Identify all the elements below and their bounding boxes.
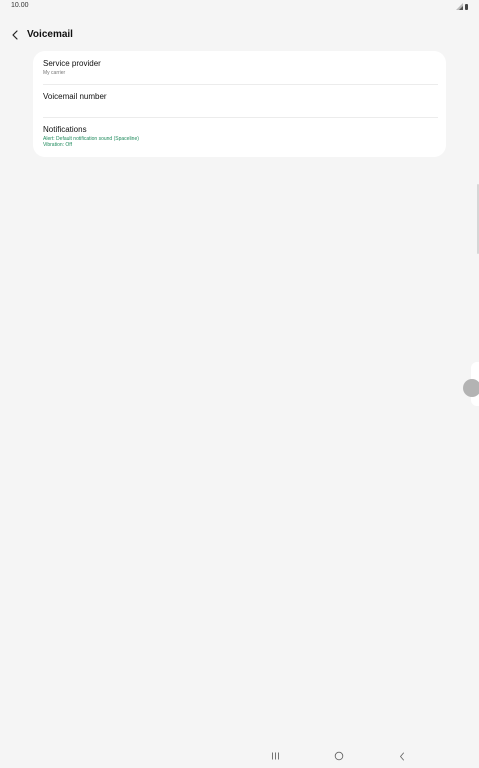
status-time: 10.00 bbox=[11, 2, 29, 9]
notifications-title: Notifications bbox=[43, 125, 87, 134]
status-icons bbox=[456, 2, 468, 10]
settings-card: Service provider My carrier Voicemail nu… bbox=[33, 51, 446, 157]
voicemail-number-item[interactable]: Voicemail number bbox=[33, 84, 446, 117]
nav-back-button[interactable] bbox=[395, 750, 409, 762]
status-bar: 10.00 bbox=[0, 0, 479, 12]
service-provider-value: My carrier bbox=[43, 70, 66, 76]
chevron-left-icon bbox=[12, 30, 18, 40]
notifications-vibration-summary: Vibration: Off bbox=[43, 142, 72, 148]
home-icon bbox=[334, 751, 344, 761]
app-bar: Voicemail bbox=[0, 24, 479, 46]
service-provider-title: Service provider bbox=[43, 59, 101, 68]
home-button[interactable] bbox=[332, 750, 346, 762]
battery-icon bbox=[465, 4, 468, 10]
edge-panel-handle[interactable] bbox=[463, 379, 479, 397]
back-icon bbox=[400, 752, 404, 760]
back-button[interactable] bbox=[8, 28, 22, 42]
service-provider-item[interactable]: Service provider My carrier bbox=[33, 51, 446, 84]
page-title: Voicemail bbox=[27, 29, 73, 40]
signal-icon bbox=[456, 3, 463, 10]
notifications-item[interactable]: Notifications Alert: Default notificatio… bbox=[33, 117, 446, 157]
voicemail-number-title: Voicemail number bbox=[43, 92, 107, 101]
recents-icon bbox=[271, 752, 279, 760]
recents-button[interactable] bbox=[268, 750, 282, 762]
navigation-bar bbox=[0, 744, 479, 768]
